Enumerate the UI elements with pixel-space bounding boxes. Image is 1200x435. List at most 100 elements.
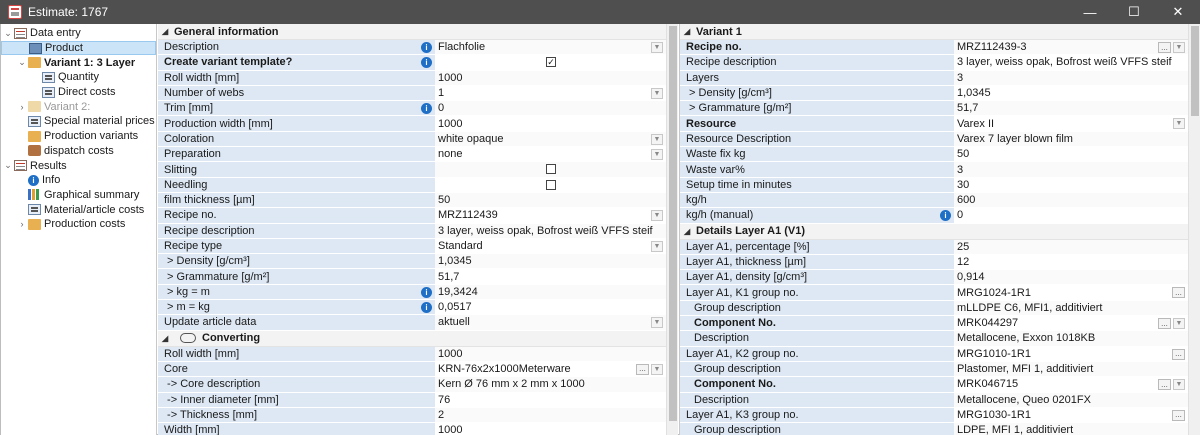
property-value[interactable]: 1000 — [435, 116, 666, 131]
property-value[interactable]: 0,0517 — [435, 300, 666, 315]
property-value[interactable]: Plastomer, MFI 1, additiviert — [954, 361, 1188, 377]
property-value[interactable]: 600 — [954, 192, 1188, 208]
property-value[interactable]: 3 — [954, 162, 1188, 177]
property-value[interactable]: 1,0345 — [435, 254, 666, 269]
collapse-icon[interactable]: ◢ — [162, 27, 174, 36]
property-value[interactable]: 76 — [435, 392, 666, 407]
browse-button[interactable]: ... — [1158, 379, 1171, 391]
info-icon[interactable]: i — [421, 302, 432, 314]
property-value[interactable]: Varex 7 layer blown film — [954, 131, 1188, 147]
dropdown-arrow-icon[interactable]: ▼ — [1173, 118, 1185, 130]
property-value[interactable]: KRN-76x2x1000Meterware... ▼ — [435, 361, 666, 377]
dropdown-arrow-icon[interactable]: ▼ — [1173, 318, 1185, 330]
property-value[interactable]: 51,7 — [954, 101, 1188, 116]
browse-button[interactable]: ... — [636, 363, 649, 375]
dropdown-arrow-icon[interactable]: ▼ — [651, 42, 663, 53]
collapse-icon[interactable]: ◢ — [684, 227, 696, 236]
browse-button[interactable]: ... — [1158, 42, 1171, 53]
tree-item[interactable]: dispatch costs — [1, 144, 156, 159]
property-value[interactable]: none ▼ — [435, 147, 666, 162]
info-icon[interactable]: i — [421, 57, 432, 69]
checkbox[interactable] — [546, 179, 556, 190]
property-value[interactable]: 3 layer, weiss opak, Bofrost weiß VFFS s… — [435, 223, 666, 238]
maximize-button[interactable]: ☐ — [1112, 0, 1156, 24]
property-value[interactable]: 1000 — [435, 70, 666, 85]
property-value[interactable]: LDPE, MFI 1, additiviert — [954, 423, 1188, 435]
property-value[interactable]: MRG1030-1R1... — [954, 407, 1188, 423]
property-value[interactable]: 25 — [954, 239, 1188, 254]
tree-item[interactable]: Product — [1, 40, 156, 56]
tree-item[interactable]: ⌄ Variant 1: 3 Layer — [1, 55, 156, 70]
variant-1-header[interactable]: ◢ Variant 1 — [680, 24, 1188, 40]
dropdown-arrow-icon[interactable]: ▼ — [651, 133, 663, 145]
property-value[interactable]: 50 — [954, 147, 1188, 162]
property-value[interactable]: 30 — [954, 177, 1188, 192]
browse-button[interactable]: ... — [1172, 409, 1185, 421]
property-value[interactable] — [435, 177, 666, 192]
checkbox[interactable] — [546, 164, 556, 175]
info-icon[interactable]: i — [421, 103, 432, 115]
left-scrollbar[interactable] — [666, 24, 678, 435]
browse-button[interactable]: ... — [1172, 348, 1185, 360]
minimize-button[interactable]: — — [1068, 0, 1112, 24]
property-value[interactable]: mLLDPE C6, MFI1, additiviert — [954, 300, 1188, 316]
property-value[interactable]: 1000 — [435, 346, 666, 361]
property-value[interactable]: white opaque ▼ — [435, 131, 666, 147]
property-value[interactable]: MRZ112439-3... ▼ — [954, 40, 1188, 55]
property-value[interactable]: 12 — [954, 254, 1188, 270]
property-value[interactable]: 19,3424 — [435, 284, 666, 300]
property-value[interactable]: 0 — [954, 208, 1188, 223]
property-value[interactable]: ✓ — [435, 55, 666, 70]
property-value[interactable]: 0 — [435, 101, 666, 116]
right-scrollbar[interactable] — [1188, 24, 1200, 435]
collapse-icon[interactable]: ◢ — [684, 27, 696, 36]
property-value[interactable]: 50 — [435, 192, 666, 208]
tree-item[interactable]: Special material prices — [1, 114, 156, 129]
browse-button[interactable]: ... — [1172, 287, 1185, 299]
property-value[interactable]: Metallocene, Queo 0201FX — [954, 392, 1188, 407]
checkbox[interactable]: ✓ — [546, 57, 556, 68]
property-value[interactable]: 2 — [435, 407, 666, 423]
dropdown-arrow-icon[interactable]: ▼ — [1173, 379, 1185, 391]
dropdown-arrow-icon[interactable]: ▼ — [651, 240, 663, 252]
expander-icon[interactable]: › — [17, 219, 27, 229]
expander-icon[interactable]: › — [17, 102, 27, 112]
info-icon[interactable]: i — [421, 286, 432, 298]
dropdown-arrow-icon[interactable]: ▼ — [1173, 42, 1185, 53]
property-value[interactable]: MRK044297... ▼ — [954, 316, 1188, 331]
tree-item[interactable]: Graphical summary — [1, 188, 156, 203]
property-value[interactable]: 51,7 — [435, 269, 666, 284]
property-value[interactable] — [435, 162, 666, 177]
property-value[interactable]: Varex II ▼ — [954, 116, 1188, 131]
dropdown-arrow-icon[interactable]: ▼ — [651, 363, 663, 375]
dropdown-arrow-icon[interactable]: ▼ — [651, 317, 663, 329]
property-value[interactable]: 1,0345 — [954, 85, 1188, 101]
expander-icon[interactable]: ⌄ — [3, 160, 13, 171]
property-value[interactable]: 0,914 — [954, 270, 1188, 285]
property-value[interactable]: 1 ▼ — [435, 85, 666, 101]
property-value[interactable]: 1000 — [435, 423, 666, 435]
property-value[interactable]: Flachfolie ▼ — [435, 40, 666, 55]
tree-item[interactable]: › Production costs — [1, 217, 156, 232]
expander-icon[interactable]: ⌄ — [17, 57, 27, 68]
property-value[interactable]: MRG1024-1R1... — [954, 285, 1188, 300]
property-value[interactable]: 3 — [954, 70, 1188, 85]
details-layer-header[interactable]: ◢ Details Layer A1 (V1) — [680, 223, 1188, 240]
dropdown-arrow-icon[interactable]: ▼ — [651, 149, 663, 161]
tree-item[interactable]: ⌄ Data entry — [1, 26, 156, 41]
dropdown-arrow-icon[interactable]: ▼ — [651, 87, 663, 99]
property-value[interactable]: 3 layer, weiss opak, Bofrost weiß VFFS s… — [954, 55, 1188, 70]
tree-item[interactable]: Direct costs — [1, 85, 156, 100]
dropdown-arrow-icon[interactable]: ▼ — [651, 210, 663, 222]
general-information-header[interactable]: ◢ General information — [158, 24, 666, 40]
property-value[interactable]: MRK046715... ▼ — [954, 377, 1188, 392]
property-value[interactable]: Kern Ø 76 mm x 2 mm x 1000 — [435, 377, 666, 392]
tree-item[interactable]: Quantity — [1, 70, 156, 85]
property-value[interactable]: MRG1010-1R1... — [954, 346, 1188, 361]
tree-item[interactable]: Production variants — [1, 129, 156, 144]
property-value[interactable]: Standard ▼ — [435, 238, 666, 254]
close-button[interactable]: ✕ — [1156, 0, 1200, 24]
tree-item[interactable]: › Variant 2: — [1, 99, 156, 114]
tree-item[interactable]: ⌄ Results — [1, 158, 156, 173]
property-value[interactable]: aktuell ▼ — [435, 315, 666, 330]
